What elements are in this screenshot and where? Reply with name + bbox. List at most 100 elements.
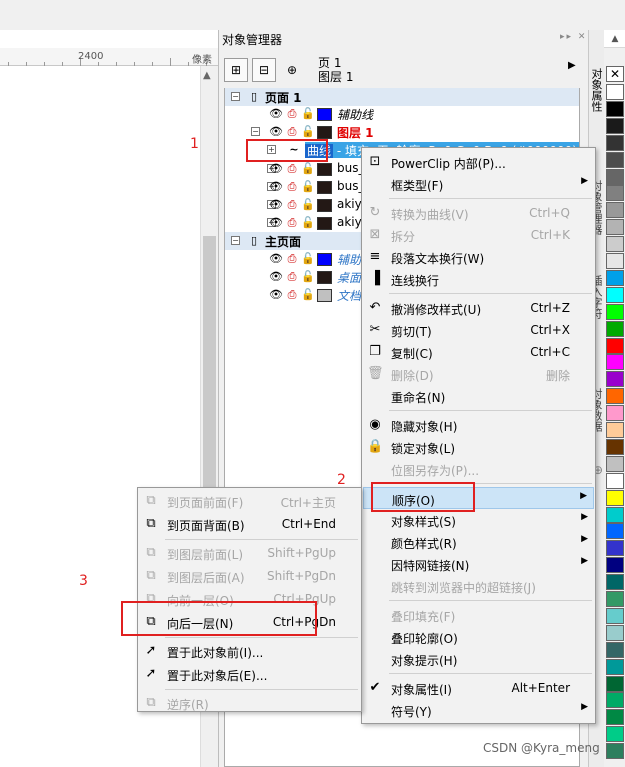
palette-swatch[interactable]	[606, 591, 624, 607]
palette-swatch[interactable]	[606, 236, 624, 253]
visibility-eye-icon[interactable]: 👁	[269, 107, 283, 121]
visibility-eye-icon[interactable]: 👁	[269, 252, 283, 266]
expand-toggle-icon[interactable]: −	[251, 127, 260, 136]
print-icon[interactable]: ⎙	[285, 180, 299, 194]
palette-swatch[interactable]	[606, 557, 624, 574]
visibility-eye-icon[interactable]: 👁	[269, 288, 283, 302]
lock-icon[interactable]: 🔓	[301, 125, 315, 139]
menu-item[interactable]: 🔒 锁定对象(L)	[363, 436, 594, 458]
palette-swatch[interactable]	[606, 506, 624, 523]
scroll-up-icon[interactable]: ▲	[203, 70, 211, 81]
palette-swatch[interactable]	[606, 388, 624, 405]
lock-icon[interactable]: 🔓	[301, 288, 315, 302]
palette-swatch[interactable]	[606, 151, 624, 168]
menu-item[interactable]: ➚ 置于此对象后(E)...	[139, 663, 360, 685]
visibility-eye-icon[interactable]: 👁	[269, 180, 283, 194]
print-icon[interactable]: ⎙	[285, 107, 299, 121]
palette-swatch[interactable]	[606, 624, 624, 641]
print-icon[interactable]: ⎙	[285, 270, 299, 284]
horizontal-ruler[interactable]	[0, 48, 218, 66]
expand-toggle-icon[interactable]: −	[231, 236, 240, 245]
visibility-eye-icon[interactable]: 👁	[269, 270, 283, 284]
menu-item[interactable]: ⧉ 到页面背面(B) Ctrl+End	[139, 513, 360, 535]
menu-item[interactable]: 重命名(N)	[363, 385, 594, 407]
menu-item[interactable]: 因特网链接(N) ▶	[363, 553, 594, 575]
palette-swatch[interactable]	[606, 743, 624, 760]
menu-item[interactable]: ≡ 段落文本换行(W)	[363, 246, 594, 268]
palette-swatch[interactable]	[606, 371, 624, 388]
menu-item[interactable]: 对象提示(H)	[363, 648, 594, 670]
layer-manager-view-button[interactable]: ⊕	[280, 58, 304, 82]
palette-swatch[interactable]	[606, 269, 624, 286]
lock-icon[interactable]: 🔓	[301, 162, 315, 176]
menu-item[interactable]: 对象样式(S) ▶	[363, 509, 594, 531]
menu-item[interactable]: 颜色样式(R) ▶	[363, 531, 594, 553]
palette-swatch[interactable]	[606, 692, 624, 709]
menu-item[interactable]: 符号(Y) ▶	[363, 699, 594, 721]
palette-swatch[interactable]	[606, 405, 624, 422]
palette-swatch[interactable]	[606, 607, 624, 624]
visibility-eye-icon[interactable]: 👁	[269, 198, 283, 212]
visibility-eye-icon[interactable]: 👁	[269, 216, 283, 230]
no-color-swatch[interactable]: ✕	[606, 66, 624, 82]
lock-icon[interactable]: 🔓	[301, 270, 315, 284]
palette-swatch[interactable]	[606, 472, 624, 489]
palette-swatch[interactable]	[606, 726, 624, 743]
visibility-eye-icon[interactable]: 👁	[269, 125, 283, 139]
tree-row[interactable]: 👁 ⎙ 🔓 辅助线	[225, 105, 579, 123]
lock-icon[interactable]: 🔓	[301, 180, 315, 194]
print-icon[interactable]: ⎙	[285, 252, 299, 266]
menu-item[interactable]: ➚ 置于此对象前(I)...	[139, 640, 360, 662]
tab-object-properties[interactable]: 对象属性	[590, 52, 603, 128]
palette-swatch[interactable]	[606, 134, 624, 151]
print-icon[interactable]: ⎙	[285, 162, 299, 176]
palette-swatch[interactable]	[606, 168, 624, 185]
lock-icon[interactable]: 🔓	[301, 252, 315, 266]
menu-item[interactable]: ❐ 复制(C) Ctrl+C	[363, 341, 594, 363]
menu-item[interactable]: 框类型(F) ▶	[363, 173, 594, 195]
palette-swatch[interactable]	[606, 354, 624, 371]
palette-swatch[interactable]	[606, 641, 624, 658]
print-icon[interactable]: ⎙	[285, 216, 299, 230]
menu-item[interactable]: ↶ 撤消修改样式(U) Ctrl+Z	[363, 297, 594, 319]
lock-icon[interactable]: 🔓	[301, 216, 315, 230]
menu-item[interactable]: ◉ 隐藏对象(H)	[363, 414, 594, 436]
palette-swatch[interactable]	[606, 117, 624, 134]
palette-swatch[interactable]	[606, 286, 624, 303]
visibility-eye-icon[interactable]: 👁	[269, 162, 283, 176]
palette-swatch[interactable]	[606, 540, 624, 557]
menu-item[interactable]: ▐ 连线换行	[363, 268, 594, 290]
palette-swatch[interactable]	[606, 489, 624, 506]
palette-swatch[interactable]	[606, 675, 624, 692]
docker-menu-arrow-icon[interactable]: ▶	[568, 60, 576, 71]
palette-swatch[interactable]	[606, 523, 624, 540]
expand-toggle-icon[interactable]: −	[231, 92, 240, 101]
palette-swatch[interactable]	[606, 422, 624, 438]
show-properties-button[interactable]: ⊞	[224, 58, 248, 82]
palette-swatch[interactable]	[606, 438, 624, 455]
palette-swatch[interactable]	[606, 337, 624, 354]
palette-swatch[interactable]	[606, 253, 624, 269]
menu-item[interactable]: ⊡ PowerClip 内部(P)...	[363, 151, 594, 173]
print-icon[interactable]: ⎙	[285, 198, 299, 212]
tree-row[interactable]: − ▯ 页面 1	[225, 88, 579, 106]
palette-swatch[interactable]	[606, 100, 624, 117]
palette-swatch[interactable]	[606, 185, 624, 202]
menu-item[interactable]: ✂ 剪切(T) Ctrl+X	[363, 319, 594, 341]
print-icon[interactable]: ⎙	[285, 288, 299, 302]
palette-swatch[interactable]	[606, 303, 624, 320]
palette-swatch[interactable]	[606, 320, 624, 337]
lock-icon[interactable]: 🔓	[301, 107, 315, 121]
menu-item[interactable]: 叠印轮廓(O)	[363, 626, 594, 648]
palette-swatch[interactable]	[606, 709, 624, 726]
palette-swatch[interactable]	[606, 219, 624, 236]
palette-swatch[interactable]	[606, 84, 624, 100]
print-icon[interactable]: ⎙	[285, 125, 299, 139]
menu-item[interactable]: ✔ 对象属性(I) Alt+Enter	[363, 677, 594, 699]
palette-swatch[interactable]	[606, 574, 624, 591]
docker-controls[interactable]: ▸▸ ✕	[560, 32, 587, 42]
palette-swatch[interactable]	[606, 658, 624, 675]
lock-icon[interactable]: 🔓	[301, 198, 315, 212]
edit-across-layers-button[interactable]: ⊟	[252, 58, 276, 82]
palette-scroll-up-icon[interactable]: ▲	[606, 34, 624, 48]
